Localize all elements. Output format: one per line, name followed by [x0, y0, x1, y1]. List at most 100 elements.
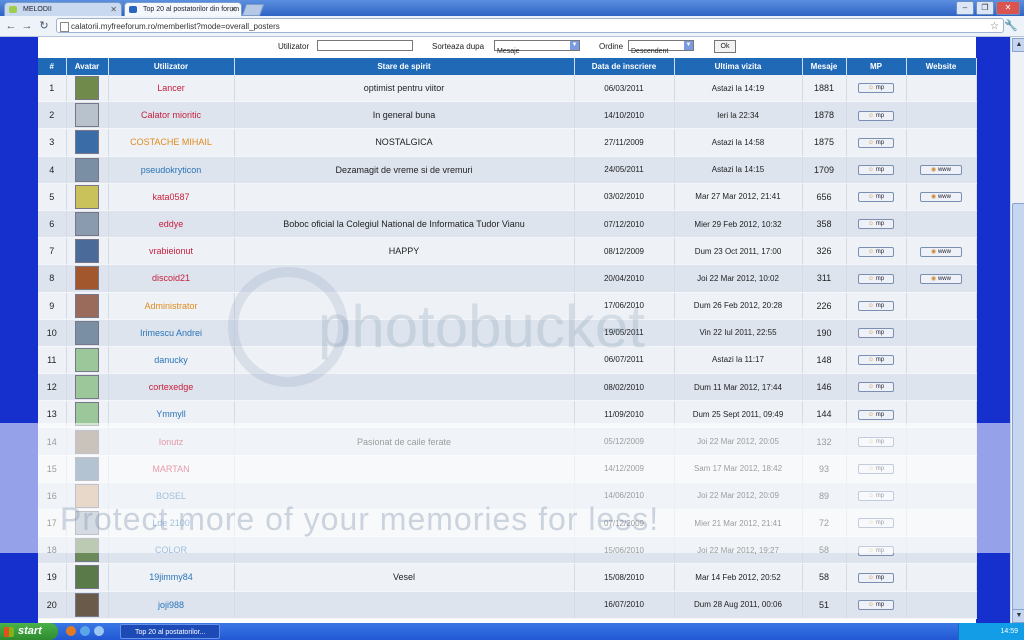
sort-select[interactable]: Mesaje ▼ [494, 40, 580, 55]
avatar[interactable] [75, 375, 99, 400]
taskbar-item-chrome[interactable]: Top 20 al postatorilor... [120, 624, 220, 639]
ie-icon[interactable] [80, 626, 90, 636]
chevron-down-icon: ▼ [684, 41, 693, 50]
header-last-visit[interactable]: Ultima vizita [674, 58, 803, 75]
avatar[interactable] [75, 184, 99, 209]
tab-melodii[interactable]: MELODII ✕ [4, 2, 122, 16]
username-link[interactable]: eddye [108, 210, 235, 239]
pm-label: mp [875, 221, 885, 228]
website-button[interactable]: ◉ www [920, 192, 962, 203]
avatar[interactable] [75, 130, 99, 155]
pm-button[interactable]: ☺ mp [858, 300, 894, 311]
mood-cell: Dezamagit de vreme si de vremuri [234, 156, 575, 184]
header-rank[interactable]: # [38, 58, 67, 75]
start-button[interactable]: start [0, 623, 58, 640]
username-link[interactable]: pseudokryticon [108, 156, 235, 184]
forward-arrow-icon[interactable]: → [20, 19, 34, 33]
pm-button[interactable]: ☺ mp [858, 382, 894, 393]
address-bar[interactable]: calatorii.myfreeforum.ro/memberlist?mode… [56, 18, 1004, 33]
website-button[interactable]: ◉ www [920, 273, 962, 284]
firefox-icon[interactable] [66, 626, 76, 636]
avatar[interactable] [75, 293, 99, 318]
vertical-scrollbar[interactable]: ▲ ▼ [1010, 37, 1024, 623]
avatar-cell [66, 101, 109, 130]
website-button[interactable]: ◉ www [920, 246, 962, 257]
username-link[interactable]: 19jimmy84 [108, 563, 235, 592]
pm-button[interactable]: ☺ mp [858, 137, 894, 148]
posts-cell: 146 [802, 373, 847, 402]
scroll-down-icon[interactable]: ▼ [1012, 609, 1024, 623]
last-visit-cell: Astazi la 11:17 [674, 346, 803, 375]
table-row: 2 Calator mioritic In general buna 14/10/20… [38, 101, 977, 130]
pm-button[interactable]: ☺ mp [858, 164, 894, 175]
header-joined[interactable]: Data de inscriere [574, 58, 675, 75]
avatar[interactable] [75, 157, 99, 182]
pm-button[interactable]: ☺ mp [858, 219, 894, 230]
avatar[interactable] [75, 266, 99, 291]
username-link[interactable]: Administrator [108, 292, 235, 320]
joined-cell: 15/08/2010 [574, 563, 675, 592]
header-user[interactable]: Utilizator [108, 58, 235, 75]
last-visit-cell: Joi 22 Mar 2012, 10:02 [674, 264, 803, 293]
avatar-cell [66, 75, 109, 103]
scroll-thumb[interactable] [1012, 203, 1024, 610]
header-posts[interactable]: Mesaje [802, 58, 847, 75]
pm-button[interactable]: ☺ mp [858, 328, 894, 339]
username-link[interactable]: cortexedge [108, 373, 235, 402]
pm-button[interactable]: ☺ mp [858, 246, 894, 257]
pm-button[interactable]: ☺ mp [858, 355, 894, 366]
avatar[interactable] [75, 347, 99, 372]
username-link[interactable]: Irimescu Andrei [108, 319, 235, 347]
ok-button[interactable]: Ok [714, 40, 736, 53]
pm-button[interactable]: ☺ mp [858, 599, 894, 610]
pm-cell: ☺ mp [846, 264, 907, 293]
avatar[interactable] [75, 103, 99, 128]
website-cell [906, 563, 977, 592]
new-tab-button[interactable] [241, 4, 265, 16]
avatar[interactable] [75, 320, 99, 345]
pm-button[interactable]: ☺ mp [858, 192, 894, 203]
username-link[interactable]: Calator mioritic [108, 101, 235, 130]
posts-cell: 358 [802, 210, 847, 239]
username-link[interactable]: kata0587 [108, 183, 235, 211]
username-link[interactable]: Lancer [108, 75, 235, 103]
last-visit-cell: Ieri la 22:34 [674, 101, 803, 130]
username-link[interactable]: vrabieionut [108, 237, 235, 266]
close-window-icon[interactable]: ✕ [996, 1, 1020, 15]
pm-cell: ☺ mp [846, 292, 907, 320]
order-select[interactable]: Descendent ▼ [628, 40, 694, 55]
avatar[interactable] [75, 212, 99, 237]
username-link[interactable]: joji988 [108, 591, 235, 619]
restore-icon[interactable]: ❐ [976, 1, 994, 15]
bookmark-star-icon[interactable]: ☆ [990, 19, 999, 34]
user-icon: ☺ [867, 139, 875, 146]
wrench-icon[interactable]: 🔧 [1004, 19, 1018, 32]
username-link[interactable]: discoid21 [108, 264, 235, 293]
pm-label: mp [875, 166, 885, 173]
pm-label: mp [875, 411, 885, 418]
username-link[interactable]: danucky [108, 346, 235, 375]
avatar[interactable] [75, 239, 99, 264]
avatar[interactable] [75, 565, 99, 590]
close-tab-icon[interactable]: ✕ [110, 3, 117, 16]
pm-button[interactable]: ☺ mp [858, 83, 894, 94]
mood-cell: HAPPY [234, 237, 575, 266]
pm-button[interactable]: ☺ mp [858, 572, 894, 583]
pm-button[interactable]: ☺ mp [858, 110, 894, 121]
minimize-icon[interactable]: – [956, 1, 974, 15]
tab-top20[interactable]: Top 20 al postatorilor din forum ✕ [124, 2, 242, 16]
username-link[interactable]: COSTACHE MIHAIL [108, 128, 235, 157]
pm-button[interactable]: ☺ mp [858, 409, 894, 420]
pm-button[interactable]: ☺ mp [858, 273, 894, 284]
scroll-up-icon[interactable]: ▲ [1012, 38, 1024, 52]
close-tab-icon[interactable]: ✕ [230, 3, 237, 16]
joined-cell: 14/10/2010 [574, 101, 675, 130]
user-filter-input[interactable] [317, 40, 413, 51]
website-button[interactable]: ◉ www [920, 164, 962, 175]
pm-cell: ☺ mp [846, 319, 907, 347]
avatar[interactable] [75, 592, 99, 617]
avatar[interactable] [75, 76, 99, 101]
reload-icon[interactable]: ↻ [37, 19, 51, 33]
back-arrow-icon[interactable]: ← [4, 19, 18, 33]
media-icon[interactable] [94, 626, 104, 636]
